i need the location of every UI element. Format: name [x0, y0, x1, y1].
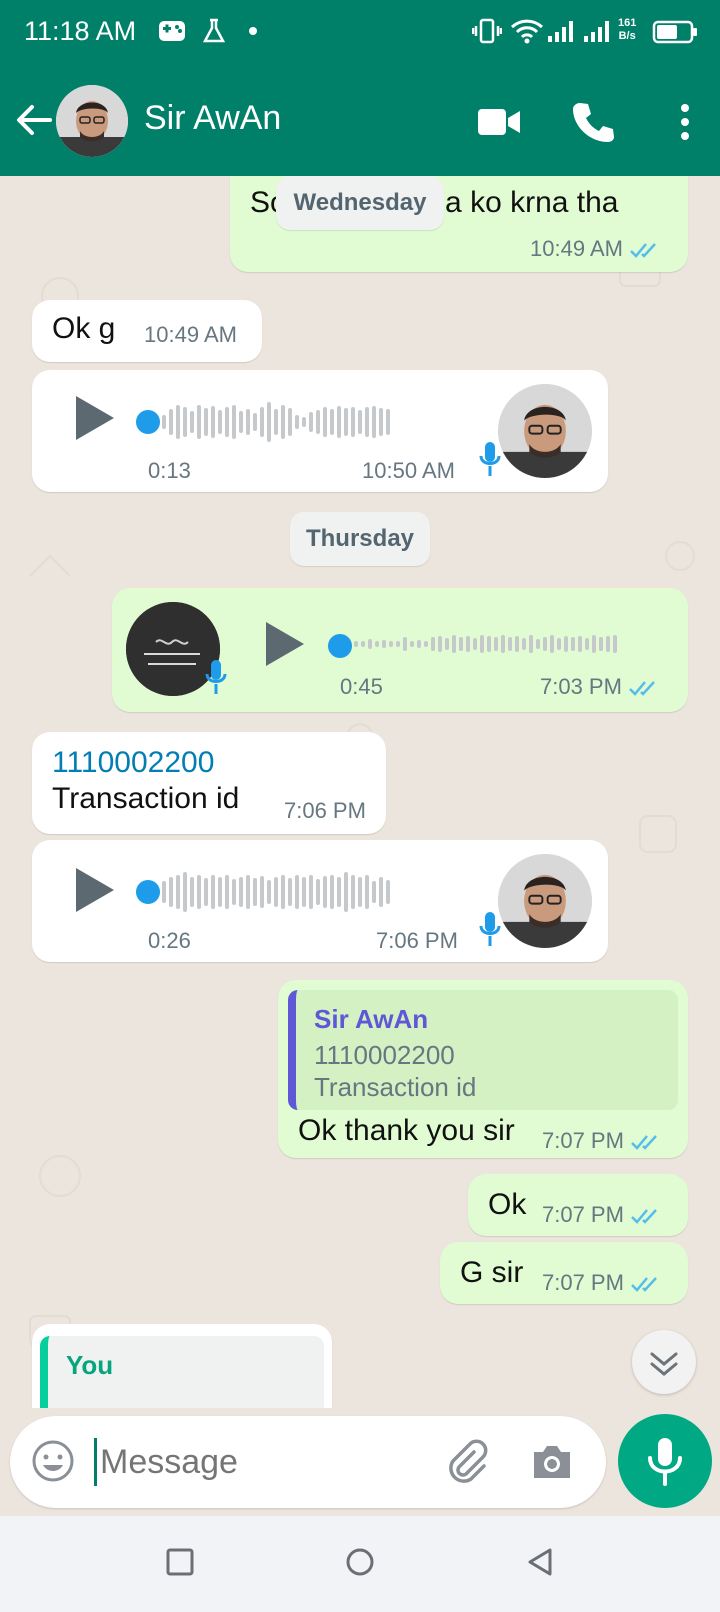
message-meta: 7:07 PM: [542, 1128, 662, 1154]
mic-icon: [479, 912, 501, 946]
read-ticks-icon: [631, 1135, 657, 1151]
play-icon[interactable]: [76, 868, 114, 912]
contact-avatar[interactable]: [56, 85, 128, 157]
message-bubble-incoming[interactable]: You: [32, 1324, 332, 1408]
home-circle-icon[interactable]: [344, 1546, 376, 1578]
status-time: 11:18 AM: [24, 16, 137, 46]
message-text: Ok: [488, 1188, 527, 1221]
message-meta: 7:03 PM: [540, 674, 660, 700]
emoji-icon[interactable]: [30, 1438, 76, 1484]
message-bubble-incoming[interactable]: Ok g 10:49 AM: [32, 300, 262, 362]
game-controller-icon: [159, 21, 185, 41]
message-text: G sir: [460, 1256, 524, 1289]
back-triangle-icon[interactable]: [524, 1546, 556, 1578]
dot-icon: [249, 27, 257, 35]
read-ticks-icon: [631, 1209, 657, 1225]
attach-icon[interactable]: [444, 1438, 490, 1484]
voice-record-button[interactable]: [618, 1414, 712, 1508]
voice-message-outgoing[interactable]: 0:45 7:03 PM: [112, 588, 688, 712]
voice-waveform[interactable]: [162, 870, 390, 914]
message-meta: 7:07 PM: [542, 1202, 662, 1228]
message-input[interactable]: [100, 1434, 430, 1490]
more-vert-icon[interactable]: [662, 99, 708, 145]
date-divider: Wednesday: [276, 176, 444, 230]
quoted-sender: You: [66, 1350, 114, 1380]
voice-waveform[interactable]: [354, 624, 617, 664]
vibrate-icon: [472, 18, 502, 44]
mic-icon: [205, 660, 227, 694]
message-text: Ok g: [52, 312, 116, 345]
message-list[interactable]: Sorry wo Salma ko krna tha 10:49 AM Wedn…: [0, 176, 720, 1408]
sender-avatar: [498, 854, 592, 948]
signal-icon: [548, 21, 573, 42]
quoted-sender: Sir AwAn: [314, 1004, 429, 1034]
voice-message-incoming[interactable]: 0:26 7:06 PM: [32, 840, 608, 962]
message-time: 7:07 PM: [542, 1128, 624, 1153]
mic-icon: [479, 442, 501, 476]
message-bubble-incoming[interactable]: 1110002200 Transaction id 7:06 PM: [32, 732, 386, 834]
voice-progress-dot[interactable]: [136, 880, 160, 904]
system-nav-bar: [0, 1516, 720, 1612]
quoted-text: Transaction id: [314, 1072, 477, 1102]
message-meta: 7:07 PM: [542, 1270, 662, 1296]
message-meta: 10:49 AM: [530, 236, 661, 262]
message-time: 10:49 AM: [530, 236, 623, 261]
signal-icon: [584, 21, 609, 42]
voice-waveform[interactable]: [162, 400, 390, 444]
video-call-icon[interactable]: [476, 99, 522, 145]
voice-duration: 0:13: [148, 458, 191, 483]
voice-duration: 0:26: [148, 928, 191, 953]
date-divider: Thursday: [290, 512, 430, 566]
message-time: 7:06 PM: [376, 928, 458, 953]
message-bubble-outgoing[interactable]: Ok 7:07 PM: [468, 1174, 688, 1236]
scroll-to-bottom-button[interactable]: [632, 1330, 696, 1394]
double-chevron-down-icon: [650, 1352, 678, 1376]
message-text: Transaction id: [52, 782, 240, 815]
play-icon[interactable]: [266, 622, 304, 666]
voice-progress-dot[interactable]: [328, 634, 352, 658]
read-ticks-icon: [631, 1277, 657, 1293]
network-speed-value: 161: [618, 17, 637, 29]
wifi-icon: [510, 19, 544, 44]
sender-avatar: [498, 384, 592, 478]
message-time: 7:07 PM: [542, 1270, 624, 1295]
message-bubble-outgoing[interactable]: Sir AwAn 1110002200 Transaction id Ok th…: [278, 980, 688, 1158]
play-icon[interactable]: [76, 396, 114, 440]
message-time: 7:03 PM: [540, 674, 622, 699]
back-arrow-icon[interactable]: [14, 100, 54, 140]
voice-progress-dot[interactable]: [136, 410, 160, 434]
message-composer[interactable]: [10, 1416, 606, 1508]
read-ticks-icon: [629, 681, 655, 697]
message-text: Ok thank you sir: [298, 1114, 515, 1147]
camera-icon[interactable]: [530, 1440, 574, 1484]
message-bubble-outgoing[interactable]: G sir 7:07 PM: [440, 1242, 688, 1304]
phone-icon[interactable]: [570, 99, 616, 145]
recents-square-icon[interactable]: [164, 1546, 196, 1578]
status-bar: 11:18 AM 161 B/s: [0, 0, 720, 66]
flask-icon: [202, 18, 226, 43]
mic-icon: [648, 1438, 682, 1486]
battery-icon: [652, 20, 697, 44]
message-time: 10:50 AM: [362, 458, 455, 483]
text-caret: [94, 1438, 97, 1486]
quoted-message[interactable]: Sir AwAn 1110002200 Transaction id: [288, 990, 678, 1110]
network-speed-unit: B/s: [618, 30, 636, 42]
quoted-message[interactable]: You: [40, 1336, 324, 1408]
voice-duration: 0:45: [340, 674, 383, 699]
read-ticks-icon: [630, 243, 656, 259]
contact-name[interactable]: Sir AwAn: [144, 99, 281, 138]
message-link[interactable]: 1110002200: [52, 746, 214, 780]
network-speed: 161 B/s: [618, 17, 636, 43]
message-time: 7:07 PM: [542, 1202, 624, 1227]
voice-message-incoming[interactable]: 0:13 10:50 AM: [32, 370, 608, 492]
quoted-text: 1110002200: [314, 1040, 455, 1070]
message-time: 10:49 AM: [144, 322, 237, 347]
message-time: 7:06 PM: [284, 798, 366, 823]
chat-header: Sir AwAn: [0, 66, 720, 176]
